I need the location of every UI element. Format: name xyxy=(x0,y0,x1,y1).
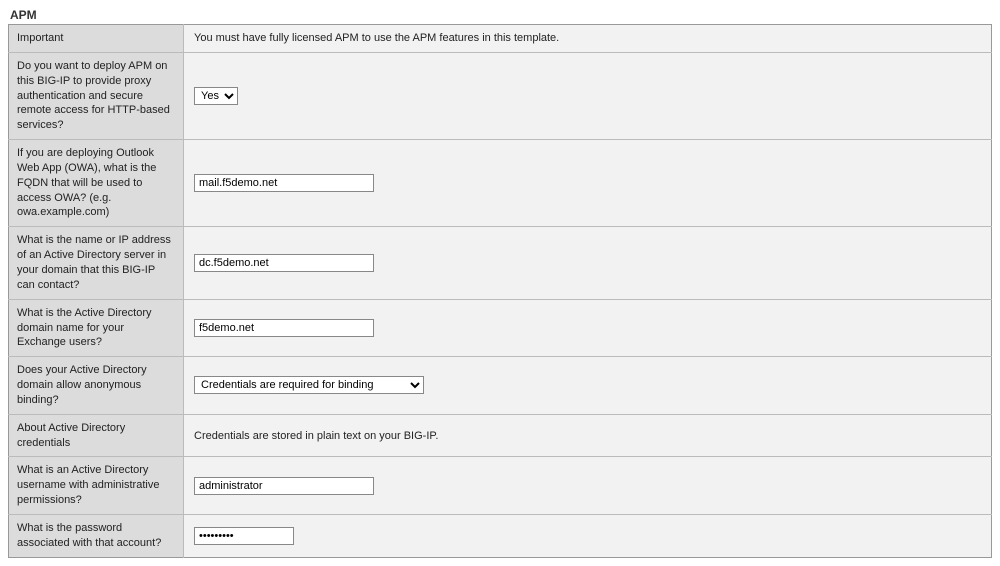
input-ad-domain[interactable] xyxy=(194,319,374,337)
row-important: Important You must have fully licensed A… xyxy=(9,25,992,53)
label-ad-domain: What is the Active Directory domain name… xyxy=(9,299,184,357)
row-deploy-apm: Do you want to deploy APM on this BIG-IP… xyxy=(9,52,992,139)
label-ad-password: What is the password associated with tha… xyxy=(9,514,184,557)
input-owa-fqdn[interactable] xyxy=(194,174,374,192)
row-owa-fqdn: If you are deploying Outlook Web App (OW… xyxy=(9,140,992,227)
row-ad-password: What is the password associated with tha… xyxy=(9,514,992,557)
input-ad-server[interactable] xyxy=(194,254,374,272)
input-ad-password[interactable] xyxy=(194,527,294,545)
label-ad-user: What is an Active Directory username wit… xyxy=(9,457,184,515)
input-ad-user[interactable] xyxy=(194,477,374,495)
label-anon-binding: Does your Active Directory domain allow … xyxy=(9,357,184,415)
row-ad-user: What is an Active Directory username wit… xyxy=(9,457,992,515)
text-about-creds: Credentials are stored in plain text on … xyxy=(184,414,992,457)
label-deploy-apm: Do you want to deploy APM on this BIG-IP… xyxy=(9,52,184,139)
text-important: You must have fully licensed APM to use … xyxy=(184,25,992,53)
row-about-creds: About Active Directory credentials Crede… xyxy=(9,414,992,457)
row-ad-server: What is the name or IP address of an Act… xyxy=(9,227,992,299)
row-ad-domain: What is the Active Directory domain name… xyxy=(9,299,992,357)
apm-form-table: Important You must have fully licensed A… xyxy=(8,24,992,558)
label-important: Important xyxy=(9,25,184,53)
label-about-creds: About Active Directory credentials xyxy=(9,414,184,457)
section-title: APM xyxy=(8,8,992,22)
label-owa-fqdn: If you are deploying Outlook Web App (OW… xyxy=(9,140,184,227)
select-anon-binding[interactable]: Credentials are required for binding xyxy=(194,376,424,394)
row-anon-binding: Does your Active Directory domain allow … xyxy=(9,357,992,415)
select-deploy-apm[interactable]: Yes xyxy=(194,87,238,105)
label-ad-server: What is the name or IP address of an Act… xyxy=(9,227,184,299)
